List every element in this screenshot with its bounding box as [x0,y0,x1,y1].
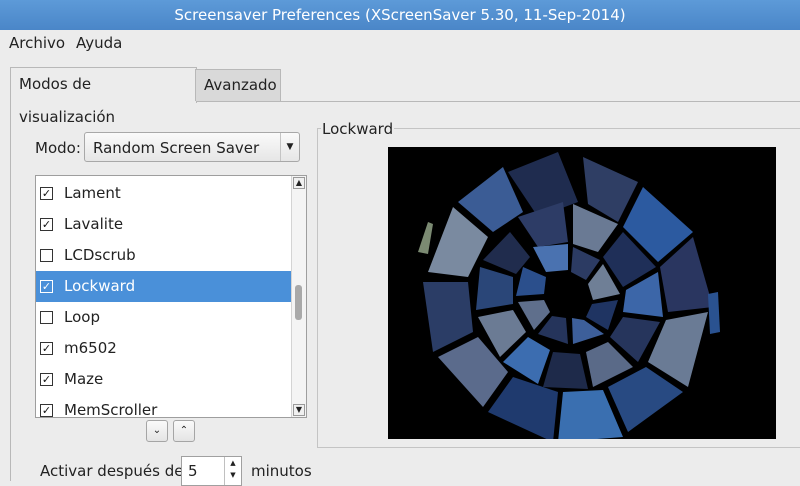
activate-minutes-spinner[interactable]: 5 ▲ ▼ [181,456,242,486]
tab-display-modes[interactable]: Modos de visualización [10,67,197,126]
list-item-label: Lockward [64,277,136,295]
checkbox[interactable]: ✓ [40,218,53,231]
checkbox[interactable]: ✓ [40,373,53,386]
list-item-label: Loop [64,308,100,326]
menu-archivo[interactable]: Archivo [9,34,65,52]
tab-display-modes-label: Modos de visualización [19,75,116,126]
list-scrollbar[interactable]: ▲ ▼ [291,176,306,417]
list-item[interactable]: ✓ Maze [36,364,292,395]
list-item-label: Lament [64,184,121,202]
list-item-label: Maze [64,370,104,388]
checkbox[interactable]: ✓ [40,404,53,417]
window-titlebar[interactable]: Screensaver Preferences (XScreenSaver 5.… [0,0,800,30]
previous-saver-button[interactable]: ⌃ [173,420,195,442]
lockward-preview-graphic [418,152,720,439]
screensaver-preview [388,147,776,439]
activate-unit-label: minutos [251,462,312,480]
list-item-selected[interactable]: ✓ Lockward [36,271,292,302]
chevron-down-icon: ▼ [280,133,299,161]
checkbox[interactable] [40,249,53,262]
spinner-arrows-icon[interactable]: ▲ ▼ [224,457,241,485]
menu-bar: Archivo Ayuda [0,30,800,56]
checkbox[interactable] [40,311,53,324]
mode-dropdown[interactable]: Random Screen Saver ▼ [84,132,300,162]
scroll-down-icon[interactable]: ▼ [293,404,305,416]
preview-title: Lockward [321,120,395,138]
checkbox[interactable]: ✓ [40,187,53,200]
menu-ayuda[interactable]: Ayuda [76,34,122,52]
list-item[interactable]: ✓ MemScroller [36,395,292,418]
list-item-label: Lavalite [64,215,124,233]
mode-dropdown-value: Random Screen Saver [93,139,260,157]
chevron-down-icon: ⌄ [152,425,162,436]
screensaver-list[interactable]: ✓ Lament ✓ Lavalite LCDscrub ✓ Lockward … [35,175,307,418]
checkbox[interactable]: ✓ [40,280,53,293]
checkbox[interactable]: ✓ [40,342,53,355]
list-item[interactable]: ✓ Lavalite [36,209,292,240]
scrollbar-thumb[interactable] [295,285,302,320]
activate-minutes-value: 5 [188,462,198,480]
list-item[interactable]: ✓ m6502 [36,333,292,364]
tab-advanced-label: Avanzado [204,76,277,94]
list-item-label: LCDscrub [64,246,136,264]
list-item[interactable]: ✓ Lament [36,178,292,209]
mode-label: Modo: [35,139,81,157]
list-item-label: m6502 [64,339,117,357]
list-item-label: MemScroller [64,401,158,418]
activate-after-label: Activar después de [40,462,184,480]
scroll-up-icon[interactable]: ▲ [293,177,305,189]
list-item[interactable]: LCDscrub [36,240,292,271]
tab-advanced[interactable]: Avanzado [195,69,281,101]
chevron-up-icon: ⌃ [179,425,189,436]
list-item[interactable]: Loop [36,302,292,333]
window-title: Screensaver Preferences (XScreenSaver 5.… [174,6,626,24]
next-saver-button[interactable]: ⌄ [146,420,168,442]
